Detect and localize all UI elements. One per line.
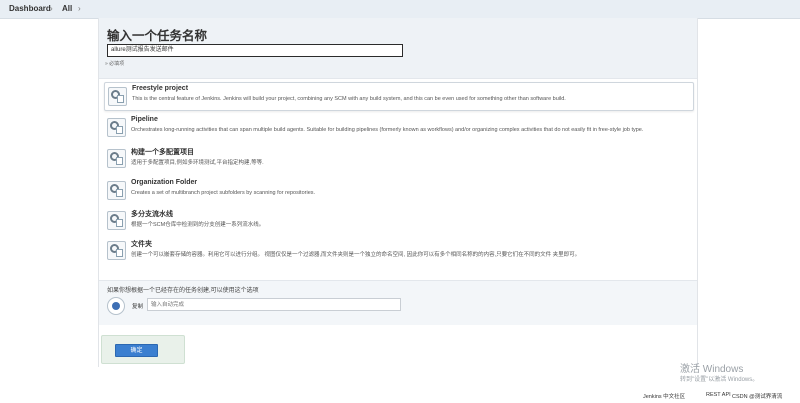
copy-label: 复制 [132, 304, 144, 310]
top-bar: Dashboard › All › [0, 0, 800, 19]
job-type-name: 文件夹 [131, 241, 152, 248]
multibranch-pipeline-icon [107, 211, 126, 230]
job-type-pipeline[interactable]: Pipeline Orchestrates long-running activ… [104, 114, 692, 141]
copy-heading: 如果你想根据一个已经存在的任务创建,可以使用这个选项 [107, 288, 259, 294]
job-type-description: Orchestrates long-running activities tha… [131, 127, 644, 133]
new-item-panel: 输入一个任务名称 » 必填项 Freestyle project This is… [98, 18, 698, 367]
job-type-multibranch-pipeline[interactable]: 多分支流水线 根据一个SCM仓库中检测到的分支创建一系列流水线。 [104, 207, 692, 234]
organization-folder-icon [107, 181, 126, 200]
pipeline-icon [107, 118, 126, 137]
job-type-description: This is the central feature of Jenkins. … [132, 96, 566, 102]
windows-activation-hint: 转到"设置"以激活 Windows。 [680, 377, 759, 383]
windows-activation-title: 激活 Windows [680, 364, 744, 375]
breadcrumb-separator: › [78, 4, 81, 13]
item-name-section: 输入一个任务名称 » 必填项 [99, 18, 697, 79]
footer-rest-api-link[interactable]: REST API [706, 392, 731, 398]
breadcrumb-dashboard[interactable]: Dashboard [9, 4, 51, 13]
job-type-multi-configuration[interactable]: 构建一个多配置项目 适用于多配置项目,例如多环境测试,平台指定构建,等等. [104, 145, 692, 172]
job-type-freestyle[interactable]: Freestyle project This is the central fe… [104, 82, 694, 111]
job-type-organization-folder[interactable]: Organization Folder Creates a set of mul… [104, 177, 692, 204]
job-type-description: 创建一个可以嵌套存储的容器。利用它可以进行分组。 视图仅仅是一个过滤器,而文件夹… [131, 252, 581, 258]
multi-configuration-icon [107, 149, 126, 168]
job-type-description: 根据一个SCM仓库中检测到的分支创建一系列流水线。 [131, 222, 265, 228]
ok-button-container: 确定 [101, 335, 185, 364]
breadcrumb-all[interactable]: All [62, 4, 72, 13]
footer-csdn-watermark: CSDN @测试界清流 [732, 394, 783, 400]
page-title: 输入一个任务名称 [107, 29, 208, 43]
job-type-name: Organization Folder [131, 179, 198, 186]
job-type-description: Creates a set of multibranch project sub… [131, 190, 316, 196]
ok-button[interactable]: 确定 [115, 344, 158, 357]
job-type-folder[interactable]: 文件夹 创建一个可以嵌套存储的容器。利用它可以进行分组。 视图仅仅是一个过滤器,… [104, 237, 692, 264]
job-type-name: Pipeline [131, 116, 158, 123]
job-type-name: Freestyle project [132, 85, 189, 92]
job-type-description: 适用于多配置项目,例如多环境测试,平台指定构建,等等. [131, 160, 264, 166]
item-name-input[interactable] [107, 44, 403, 57]
folder-icon [107, 241, 126, 260]
required-hint: » 必填项 [105, 61, 125, 67]
job-type-name: 多分支流水线 [131, 211, 173, 218]
copy-from-input[interactable] [147, 298, 401, 311]
copy-icon[interactable] [107, 297, 125, 315]
copy-from-section: 如果你想根据一个已经存在的任务创建,可以使用这个选项 复制 [99, 281, 697, 325]
freestyle-project-icon [108, 87, 127, 106]
footer-community-link[interactable]: Jenkins 中文社区 [643, 392, 685, 400]
job-type-name: 构建一个多配置项目 [131, 149, 194, 156]
breadcrumb-separator: › [50, 4, 53, 13]
